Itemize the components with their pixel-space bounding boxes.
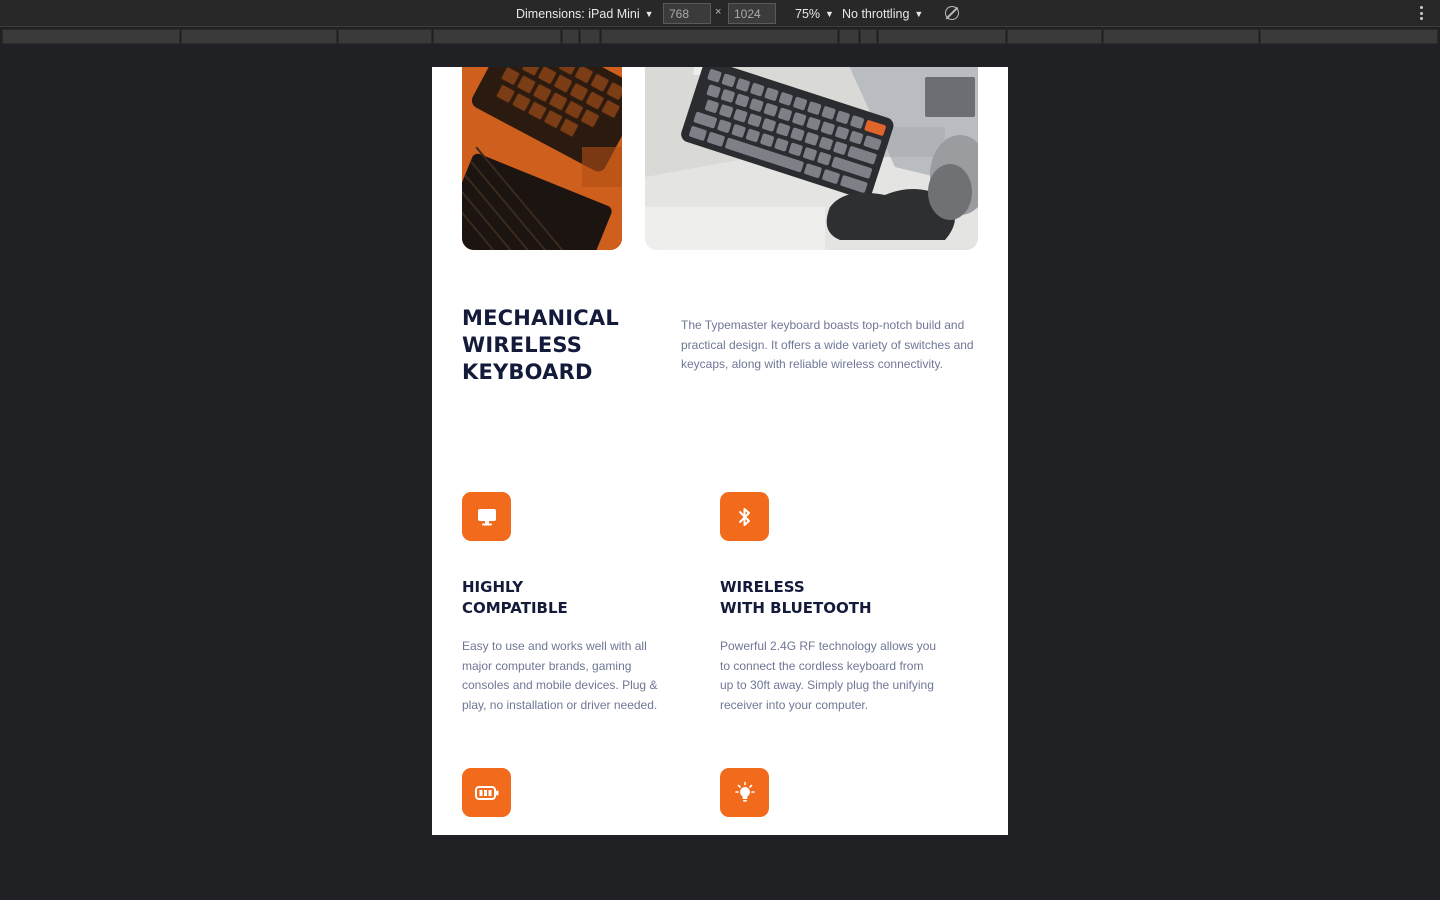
- width-input[interactable]: [663, 3, 711, 24]
- chevron-down-icon: ▼: [644, 8, 654, 19]
- chevron-down-icon: ▼: [825, 8, 834, 19]
- media-query-segment[interactable]: [562, 29, 579, 44]
- media-query-segment[interactable]: [580, 29, 600, 44]
- chevron-down-icon: ▼: [914, 8, 924, 19]
- media-query-segment[interactable]: [601, 29, 838, 44]
- feature-text-compatible: Easy to use and works well with all majo…: [462, 639, 658, 712]
- throttling-label: No throttling: [842, 6, 910, 21]
- media-query-segment[interactable]: [878, 29, 1006, 44]
- device-toolbar: Dimensions: iPad Mini ▼ × 75% ▼ No throt…: [0, 0, 1440, 27]
- feature-title-line: WITH BLUETOOTH: [720, 599, 872, 617]
- device-dimensions-dropdown[interactable]: Dimensions: iPad Mini ▼: [516, 0, 654, 27]
- media-query-bar: [0, 28, 1440, 45]
- media-query-segment[interactable]: [1007, 29, 1102, 44]
- keyboard-desk-photo: [645, 67, 978, 250]
- device-dimensions-label: Dimensions: iPad Mini: [516, 6, 640, 21]
- zoom-dropdown[interactable]: 75% ▼: [795, 0, 834, 27]
- battery-icon: [462, 768, 511, 817]
- feature-title-bluetooth: WIRELESS WITH BLUETOOTH: [720, 577, 872, 619]
- headline-line: WIRELESS: [462, 333, 583, 357]
- throttling-dropdown[interactable]: No throttling ▼: [842, 0, 923, 27]
- device-viewport: MECHANICAL WIRELESS KEYBOARD The Typemas…: [432, 67, 1008, 835]
- media-query-segment[interactable]: [433, 29, 561, 44]
- times-separator: ×: [715, 6, 722, 18]
- media-query-segment[interactable]: [839, 29, 859, 44]
- rotate-icon[interactable]: [945, 6, 959, 20]
- media-query-segment[interactable]: [181, 29, 337, 44]
- more-options-icon[interactable]: [1418, 4, 1424, 22]
- feature-title-line: HIGHLY: [462, 578, 524, 596]
- feature-text-bluetooth: Powerful 2.4G RF technology allows you t…: [720, 639, 937, 712]
- media-query-segment[interactable]: [1103, 29, 1259, 44]
- feature-title-compatible: HIGHLY COMPATIBLE: [462, 577, 568, 619]
- hero-description: The Typemaster keyboard boasts top-notch…: [681, 318, 974, 372]
- media-query-segment[interactable]: [338, 29, 432, 44]
- lightbulb-icon: [720, 768, 769, 817]
- feature-title-line: COMPATIBLE: [462, 599, 568, 617]
- keyboard-photo-orange: [462, 67, 622, 250]
- page-headline: MECHANICAL WIRELESS KEYBOARD: [462, 305, 619, 386]
- headline-line: MECHANICAL: [462, 306, 619, 330]
- feature-title-line: WIRELESS: [720, 578, 805, 596]
- monitor-icon: [462, 492, 511, 541]
- zoom-label: 75%: [795, 6, 821, 21]
- bluetooth-icon: [720, 492, 769, 541]
- headline-line: KEYBOARD: [462, 360, 593, 384]
- media-query-segment[interactable]: [860, 29, 877, 44]
- media-query-segment[interactable]: [1260, 29, 1438, 44]
- height-input[interactable]: [728, 3, 776, 24]
- media-query-segment[interactable]: [2, 29, 180, 44]
